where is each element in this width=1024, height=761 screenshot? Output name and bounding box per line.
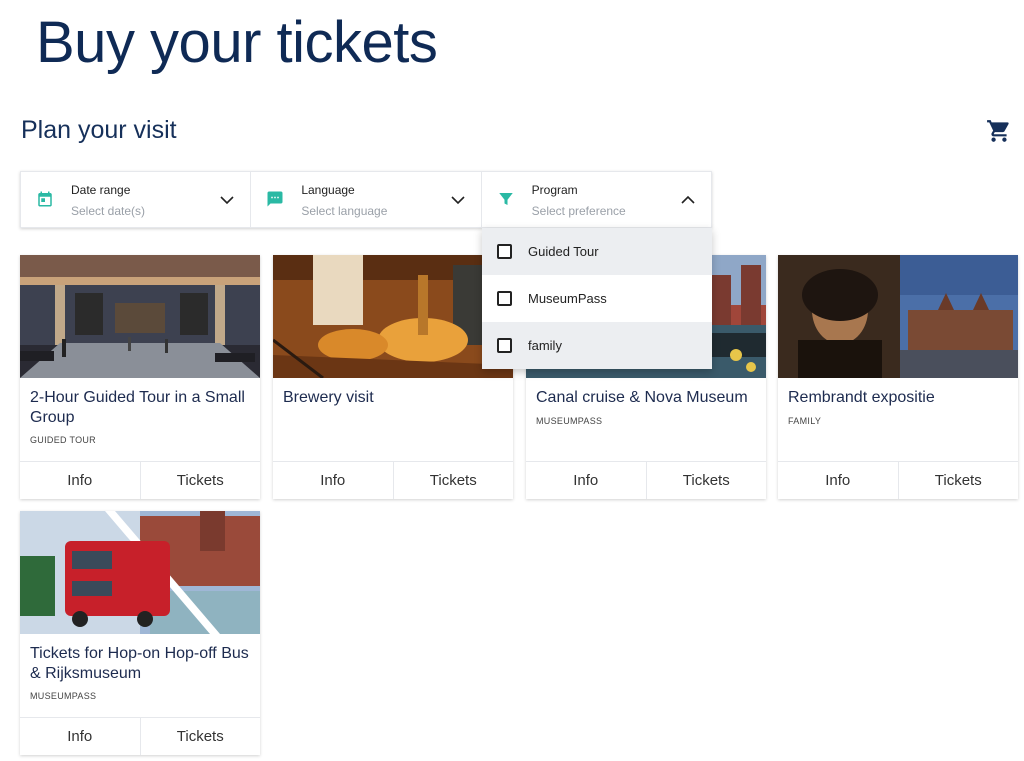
date-range-placeholder: Select date(s) [71, 204, 146, 218]
product-card: Tickets for Hop-on Hop-off Bus & Rijksmu… [20, 511, 260, 755]
product-card: 2-Hour Guided Tour in a Small Group GUID… [20, 255, 260, 499]
tickets-button[interactable]: Tickets [392, 462, 514, 499]
card-tag: GUIDED TOUR [30, 435, 96, 445]
chevron-down-icon [449, 191, 467, 209]
tickets-button[interactable]: Tickets [897, 462, 1019, 499]
card-tag: MUSEUMPASS [536, 415, 603, 426]
date-range-filter[interactable]: Date range Select date(s) [21, 172, 252, 227]
language-placeholder: Select language [301, 204, 388, 218]
program-placeholder: Select preference [531, 204, 626, 218]
program-label: Program [531, 183, 578, 197]
program-option-museumpass[interactable]: MuseumPass [482, 275, 712, 322]
tickets-button[interactable]: Tickets [139, 718, 261, 755]
language-label: Language [301, 183, 355, 197]
program-dropdown: Guided Tour MuseumPass family [482, 228, 712, 369]
tickets-button[interactable]: Tickets [139, 462, 261, 499]
option-label: MuseumPass [528, 291, 607, 306]
filter-bar: Date range Select date(s) Language Selec… [20, 171, 712, 228]
card-title: Rembrandt expositie [788, 389, 935, 406]
card-title: 2-Hour Guided Tour in a Small Group [30, 389, 245, 426]
page-title: Buy your tickets [36, 10, 438, 75]
chat-icon [266, 190, 284, 208]
info-button[interactable]: Info [20, 718, 140, 755]
chevron-up-icon [679, 191, 697, 209]
program-option-guided-tour[interactable]: Guided Tour [482, 228, 712, 275]
filter-icon [497, 190, 515, 208]
info-button[interactable]: Info [20, 462, 140, 499]
language-filter[interactable]: Language Select language [251, 172, 482, 227]
card-image-museum-hall [20, 255, 260, 378]
info-button[interactable]: Info [273, 462, 393, 499]
card-tag: MUSEUMPASS [30, 691, 97, 701]
product-card: Rembrandt expositie FAMILY Info Tickets [778, 255, 1018, 499]
cart-icon[interactable] [986, 118, 1012, 144]
card-title: Tickets for Hop-on Hop-off Bus & Rijksmu… [30, 645, 249, 682]
card-image-hop-on-bus [20, 511, 260, 634]
card-tag: FAMILY [788, 415, 822, 426]
card-image-brewery [273, 255, 513, 378]
chevron-down-icon [218, 191, 236, 209]
checkbox[interactable] [497, 338, 512, 353]
checkbox[interactable] [497, 244, 512, 259]
product-card: Brewery visit Info Tickets [273, 255, 513, 499]
card-title: Brewery visit [283, 389, 374, 406]
checkbox[interactable] [497, 291, 512, 306]
info-button[interactable]: Info [778, 462, 898, 499]
program-option-family[interactable]: family [482, 322, 712, 369]
section-title: Plan your visit [21, 116, 177, 144]
program-filter[interactable]: Program Select preference [482, 172, 711, 227]
date-range-label: Date range [71, 183, 131, 197]
option-label: family [528, 338, 562, 353]
option-label: Guided Tour [528, 244, 599, 259]
tickets-button[interactable]: Tickets [645, 462, 767, 499]
card-image-rembrandt-portrait [778, 255, 1018, 378]
card-title: Canal cruise & Nova Museum [536, 389, 748, 406]
calendar-icon [36, 190, 54, 208]
info-button[interactable]: Info [526, 462, 646, 499]
